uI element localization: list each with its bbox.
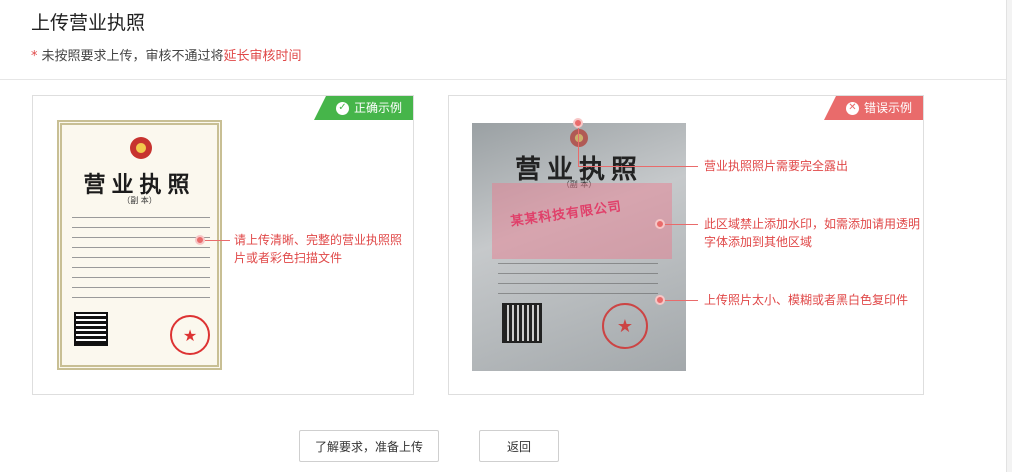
callout-dot	[655, 219, 665, 229]
national-emblem-icon	[130, 137, 152, 159]
scrollbar[interactable]	[1006, 0, 1012, 472]
qr-code-icon	[502, 303, 542, 343]
x-circle-icon: ✕	[845, 101, 859, 115]
upload-notice: * 未按照要求上传，审核不通过将延长审核时间	[31, 45, 302, 64]
qr-code-icon	[74, 312, 108, 346]
page-title: 上传营业执照	[31, 12, 146, 34]
correct-callout-text: 请上传清晰、完整的营业执照照片或者彩色扫描文件	[234, 233, 403, 265]
confirm-upload-button[interactable]: 了解要求，准备上传	[299, 430, 439, 462]
notice-warning-text: 延长审核时间	[223, 49, 302, 64]
callout-dot	[655, 295, 665, 305]
wrong-example-label: 错误示例	[863, 101, 912, 115]
required-star: *	[31, 49, 38, 64]
wrong-example-tag: ✕ 错误示例	[823, 96, 923, 120]
license-subtitle: （副 本）	[122, 196, 157, 205]
correct-example-tag: ✓ 正确示例	[313, 96, 413, 120]
callout-dot	[195, 235, 205, 245]
check-circle-icon: ✓	[335, 101, 349, 115]
correct-license-image: 营业执照 （副 本） ★	[57, 120, 222, 370]
license-text-lines	[72, 217, 210, 307]
national-emblem-icon	[570, 129, 588, 147]
wrong-callout-text-1: 营业执照照片需要完全露出	[704, 159, 849, 173]
header-divider	[0, 79, 1012, 80]
callout-leader	[578, 128, 579, 166]
callout-leader	[205, 240, 230, 241]
back-button[interactable]: 返回	[479, 430, 559, 462]
license-text-lines	[498, 263, 658, 303]
correct-example-label: 正确示例	[353, 101, 402, 115]
wrong-callout-text-3: 上传照片太小、模糊或者黑白色复印件	[704, 293, 909, 307]
callout-dot	[573, 118, 583, 128]
callout-leader	[578, 166, 698, 167]
callout-leader	[665, 300, 698, 301]
wrong-license-photo: 营业执照 （副 本） 某某科技有限公司 ★	[472, 123, 686, 371]
official-seal-icon: ★	[170, 315, 210, 355]
wrong-callout-text-2: 此区域禁止添加水印，如需添加请用透明字体添加到其他区域	[704, 217, 921, 249]
notice-text: 未按照要求上传，审核不通过将	[41, 49, 224, 64]
official-seal-icon: ★	[602, 303, 648, 349]
callout-leader	[665, 224, 698, 225]
